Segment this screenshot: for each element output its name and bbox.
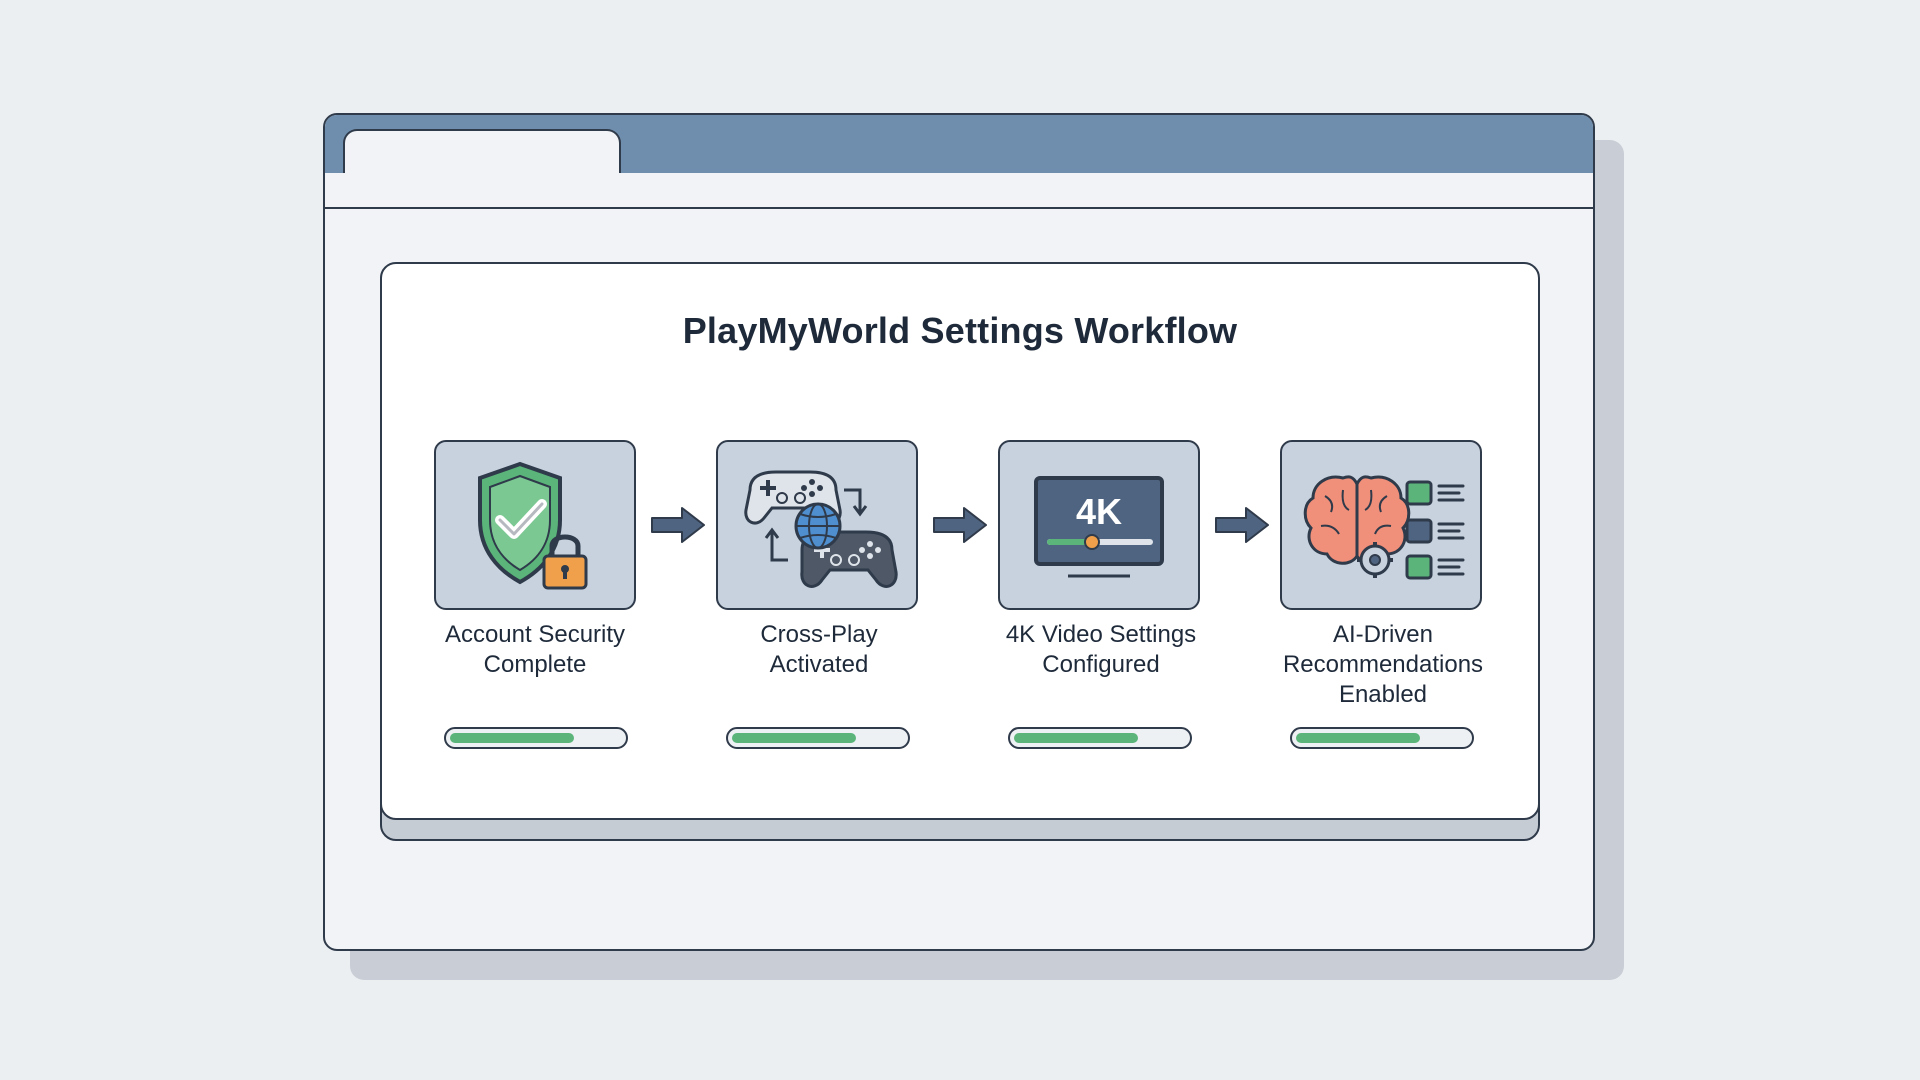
progress-fill	[1014, 733, 1138, 743]
browser-tab[interactable]	[343, 129, 621, 179]
page: PlayMyWorld Settings Workflow Account Se…	[0, 0, 1920, 1080]
step-4k-video: 4K	[998, 440, 1200, 610]
diagram-title: PlayMyWorld Settings Workflow	[682, 310, 1238, 351]
step-label-ai-recommendations: AI-Driven Recommendations Enabled	[1282, 621, 1484, 708]
step-ai-recommendations	[1280, 440, 1482, 610]
step-label-cross-play: Cross-Play Activated	[760, 621, 878, 678]
progress-fill	[450, 733, 574, 743]
ai-brain-recommendations-icon	[1303, 475, 1465, 580]
shield-lock-icon	[478, 461, 588, 590]
progress-fill	[732, 733, 856, 743]
step-account-security	[434, 440, 636, 610]
monitor-4k-text: 4K	[1076, 491, 1122, 532]
arrow-right-icon	[1215, 507, 1269, 543]
progress-bar-ai-recommendations	[1290, 727, 1474, 749]
step-cross-play	[716, 440, 918, 610]
progress-bar-account-security	[444, 727, 628, 749]
arrow-right-icon	[651, 507, 705, 543]
arrow-right-icon	[933, 507, 987, 543]
progress-fill	[1296, 733, 1420, 743]
crossplay-controllers-icon	[744, 470, 898, 588]
step-label-account-security: Account Security Complete	[444, 621, 626, 678]
progress-bar-cross-play	[726, 727, 910, 749]
step-label-4k-video: 4K Video Settings Configured	[1005, 621, 1197, 678]
window-toolbar	[325, 173, 1593, 209]
progress-bar-4k-video	[1008, 727, 1192, 749]
monitor-4k-icon: 4K	[1034, 476, 1164, 578]
